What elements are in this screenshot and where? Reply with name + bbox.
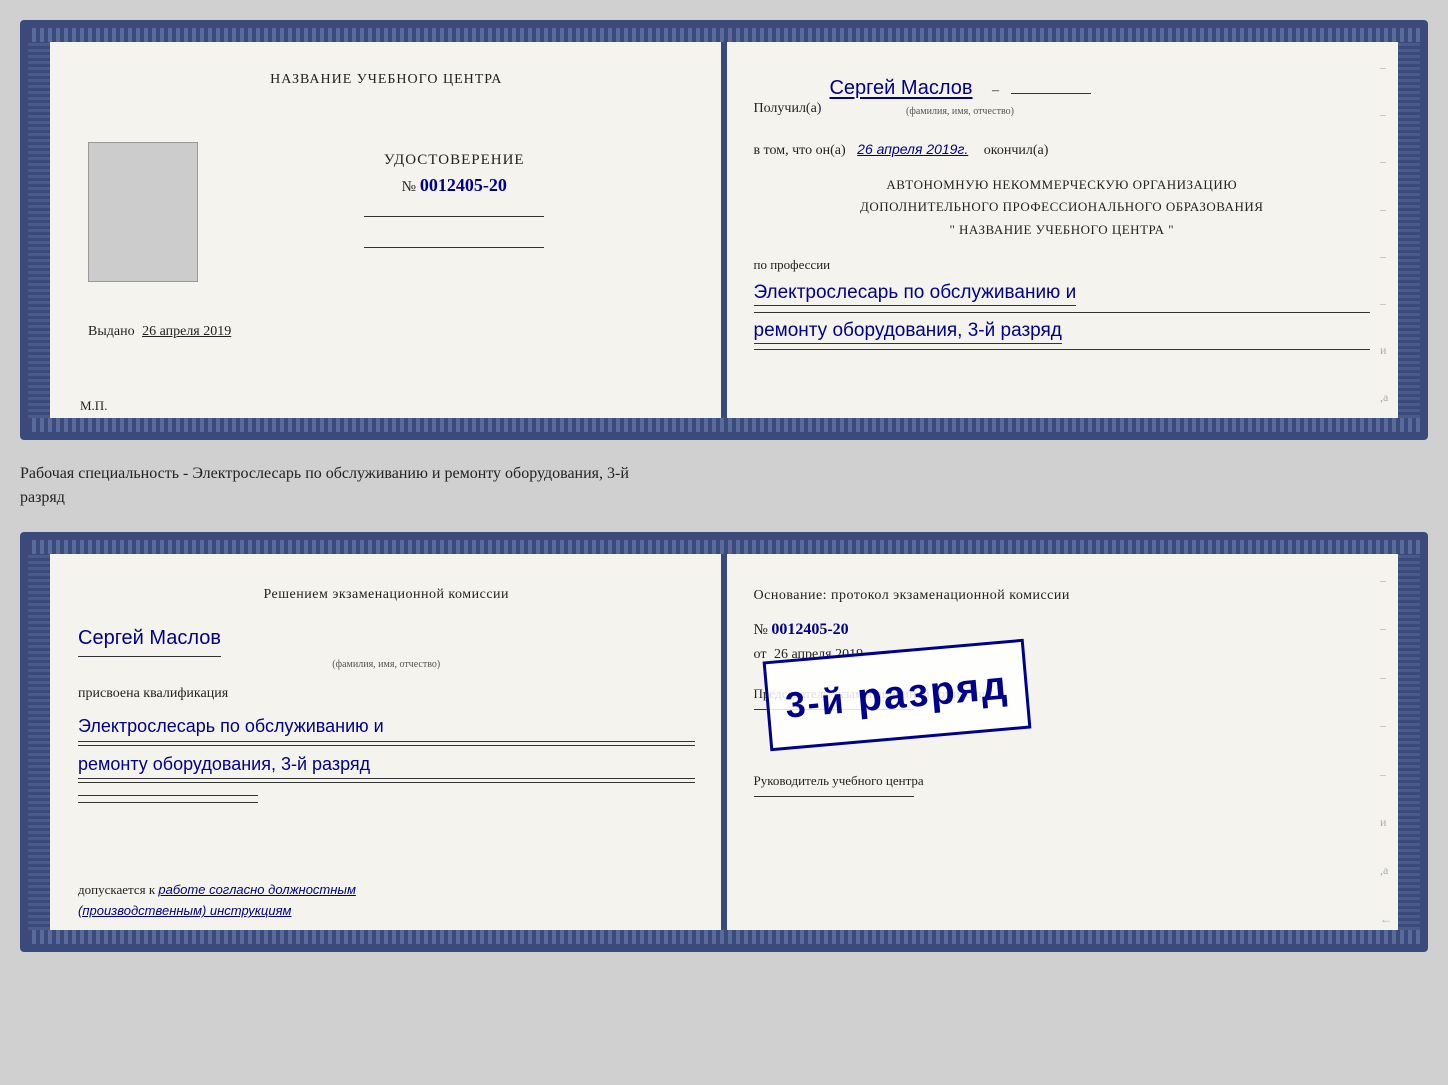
org-line3: " НАЗВАНИЕ УЧЕБНОГО ЦЕНТРА " [754, 219, 1371, 241]
cert1-number: 0012405-20 [420, 175, 507, 195]
osnovanie-title: Основание: протокол экзаменационной коми… [754, 584, 1371, 608]
side-dashes: ––––––и,а←––– [1380, 58, 1392, 440]
prisvoena-label: присвоена квалификация [78, 683, 695, 705]
po-professii-label: по профессии [754, 255, 1371, 276]
vtom-label: в том, что он(а) [754, 143, 846, 158]
left-binding-edge-2 [28, 540, 50, 944]
completion-date: 26 апреля 2019г. [857, 141, 968, 157]
recipient-name: Сергей Маслов [829, 77, 972, 99]
dopuskaetsya-label: допускается к [78, 882, 155, 897]
org-line1: АВТОНОМНУЮ НЕКОММЕРЧЕСКУЮ ОРГАНИЗАЦИЮ [754, 174, 1371, 196]
fio-hint-2: (фамилия, имя, отчество) [78, 657, 695, 673]
resheniem-title: Решением экзаменационной комиссии [78, 584, 695, 606]
name2-block: Сергей Маслов (фамилия, имя, отчество) [78, 622, 695, 673]
protocol-number: 0012405-20 [771, 621, 848, 638]
profession2-line1: Электрослесарь по обслуживанию и [78, 712, 695, 742]
page-container: НАЗВАНИЕ УЧЕБНОГО ЦЕНТРА УДОСТОВЕРЕНИЕ №… [20, 20, 1428, 952]
udostoverenie-title: УДОСТОВЕРЕНИЕ [214, 152, 695, 169]
certificate-card-2: Решением экзаменационной комиссии Сергей… [20, 532, 1428, 952]
vtom-line: в том, что он(а) 26 апреля 2019г. окончи… [754, 138, 1371, 162]
okончил-label: окончил(а) [984, 143, 1049, 158]
profession-line2: ремонту оборудования, 3-й разряд [754, 320, 1062, 344]
udostoverenie-block: УДОСТОВЕРЕНИЕ № 0012405-20 [214, 152, 695, 196]
left-binding-edge [28, 28, 50, 432]
org-line2: ДОПОЛНИТЕЛЬНОГО ПРОФЕССИОНАЛЬНОГО ОБРАЗО… [754, 196, 1371, 218]
rukovoditel-label: Руководитель учебного центра [754, 770, 1371, 792]
vydano-line: Выдано 26 апреля 2019 [88, 324, 231, 339]
cert2-right-half: Основание: протокол экзаменационной коми… [726, 540, 1421, 944]
number-label: № [402, 179, 416, 195]
cert2-left-half: Решением экзаменационной комиссии Сергей… [50, 540, 726, 944]
vydano-date: 26 апреля 2019 [142, 324, 231, 339]
cert1-right-half: Получил(а) Сергей Маслов – (фамилия, имя… [726, 28, 1421, 432]
side-dashes-2: –––––и,а←––– [1380, 570, 1392, 952]
certificate-card-1: НАЗВАНИЕ УЧЕБНОГО ЦЕНТРА УДОСТОВЕРЕНИЕ №… [20, 20, 1428, 440]
fio-hint-1: (фамилия, имя, отчество) [829, 104, 1090, 120]
mp-label: М.П. [80, 398, 107, 414]
vydano-label: Выдано [88, 324, 135, 339]
rukovoditel-block: Руководитель учебного центра [754, 770, 1371, 797]
protocol-number-label: № [754, 622, 768, 638]
profession2-line2: ремонту оборудования, 3-й разряд [78, 750, 695, 780]
org-block: АВТОНОМНУЮ НЕКОММЕРЧЕСКУЮ ОРГАНИЗАЦИЮ ДО… [754, 174, 1371, 240]
center-name-left: НАЗВАНИЕ УЧЕБНОГО ЦЕНТРА [78, 72, 695, 88]
dopuskaetsya-block: допускается к работе согласно должностны… [78, 880, 398, 922]
photo-placeholder [88, 142, 198, 282]
profession-line1: Электрослесарь по обслуживанию и [754, 282, 1077, 306]
between-label: Рабочая специальность - Электрослесарь п… [20, 458, 1428, 514]
cert1-left-half: НАЗВАНИЕ УЧЕБНОГО ЦЕНТРА УДОСТОВЕРЕНИЕ №… [50, 28, 726, 432]
poluchil-label: Получил(а) [754, 98, 822, 120]
poluchil-line: Получил(а) Сергей Маслов – (фамилия, имя… [754, 72, 1371, 120]
recipient-name-2: Сергей Маслов [78, 627, 221, 649]
stamp-text: 3-й разряд [783, 665, 1010, 725]
